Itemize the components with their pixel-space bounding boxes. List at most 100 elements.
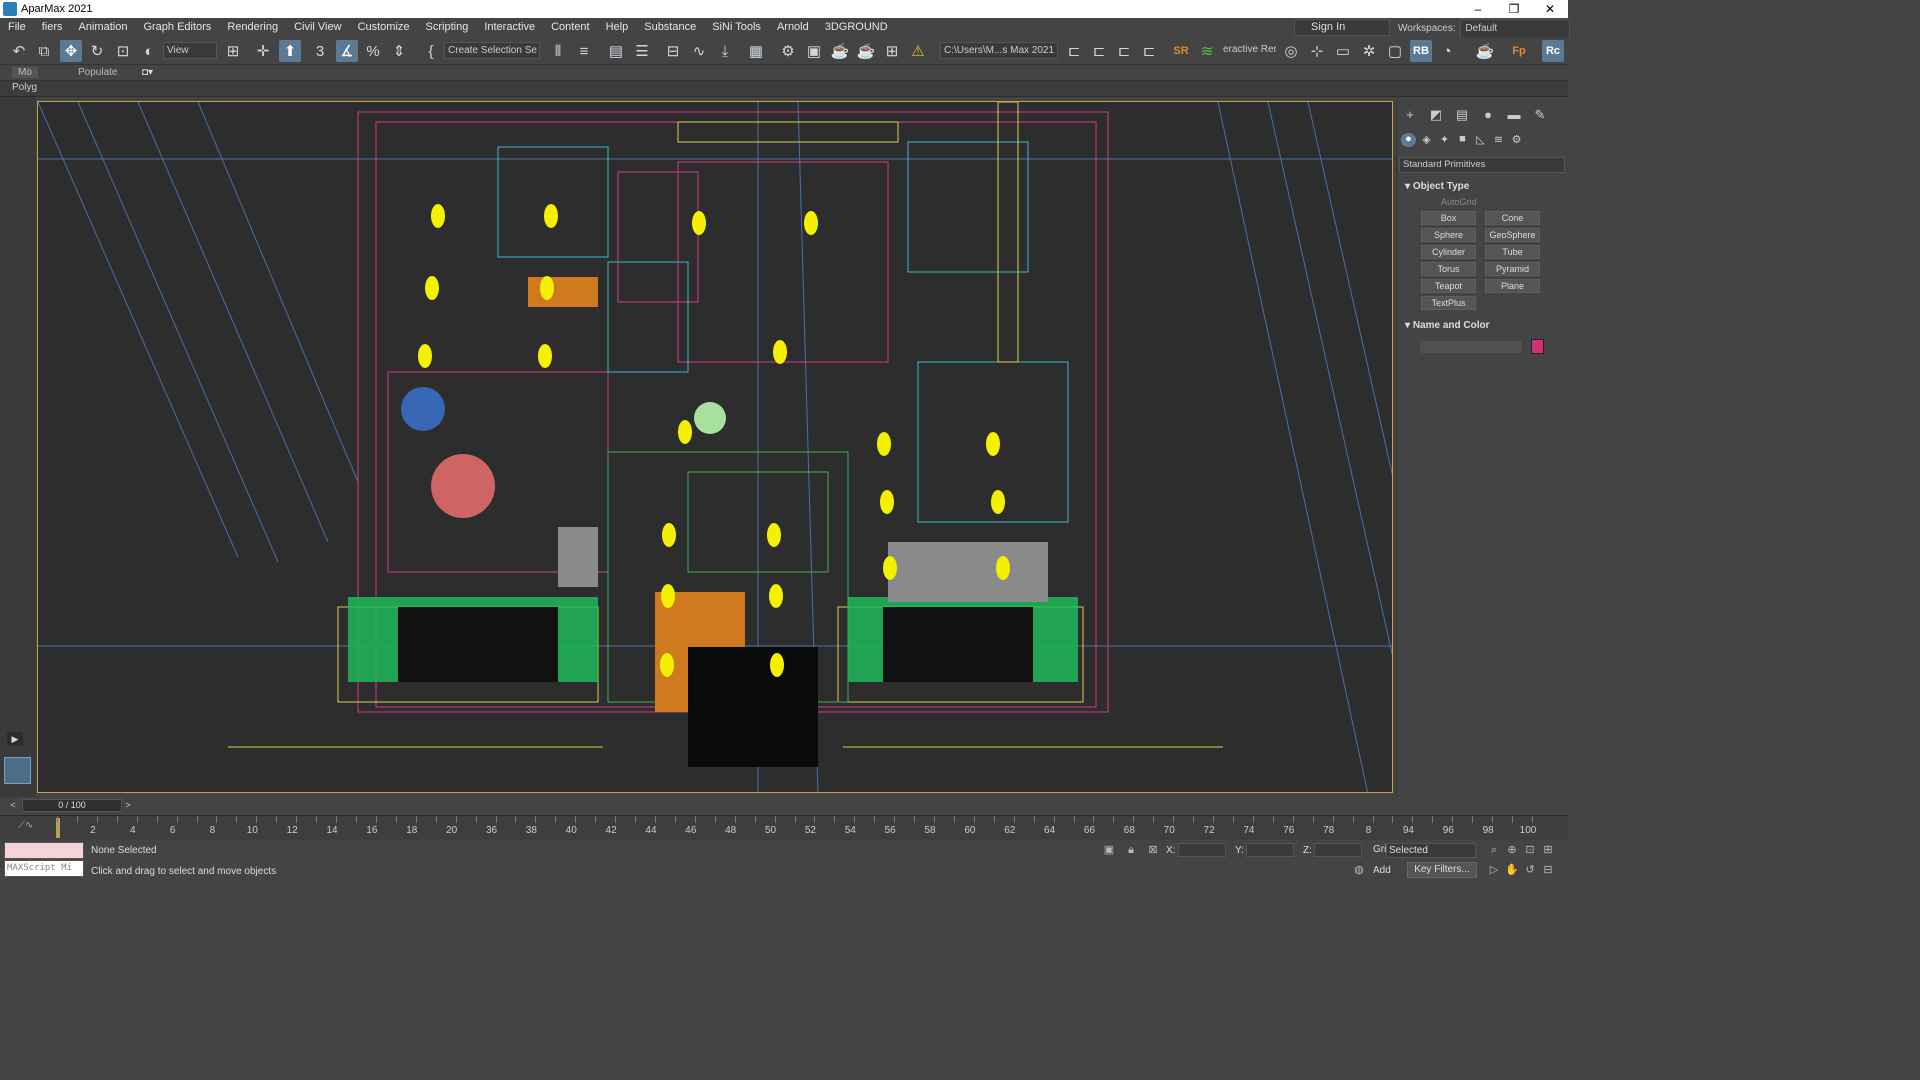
- scene-explorer-icon[interactable]: ☰: [631, 40, 653, 62]
- render-mode-label[interactable]: eractive Rena: [1220, 42, 1276, 59]
- z-coordinate-field[interactable]: [1314, 843, 1362, 857]
- shapes-icon[interactable]: ◈: [1419, 133, 1434, 147]
- pan-icon[interactable]: ✋: [1505, 863, 1519, 877]
- cameras-icon[interactable]: ■: [1455, 133, 1470, 147]
- menu-scripting[interactable]: Scripting: [418, 18, 477, 37]
- polygon-modeling-label[interactable]: Polyg: [12, 82, 37, 93]
- prev-frame-icon[interactable]: <: [7, 799, 19, 812]
- render-production-icon[interactable]: ☕: [829, 40, 851, 62]
- hierarchy-icon-2[interactable]: ⊏: [1088, 40, 1110, 62]
- maxscript-listener[interactable]: [4, 842, 84, 859]
- fp-plugin-icon[interactable]: Fp: [1508, 40, 1530, 62]
- menu-content[interactable]: Content: [543, 18, 598, 37]
- lights-icon[interactable]: ✦: [1437, 133, 1452, 147]
- rendered-frame-icon[interactable]: ▣: [803, 40, 825, 62]
- next-frame-icon[interactable]: >: [122, 799, 134, 812]
- object-color-swatch[interactable]: [1531, 339, 1544, 354]
- box-button[interactable]: Box: [1421, 211, 1476, 225]
- x-coordinate-field[interactable]: [1178, 843, 1226, 857]
- object-name-field[interactable]: [1419, 340, 1523, 354]
- pyramid-button[interactable]: Pyramid: [1485, 262, 1540, 276]
- camera-icon[interactable]: ▢: [1384, 40, 1406, 62]
- restore-button[interactable]: ❐: [1496, 0, 1532, 18]
- geosphere-button[interactable]: GeoSphere: [1485, 228, 1540, 242]
- menu-file[interactable]: File: [0, 18, 34, 37]
- select-move-icon[interactable]: ✥: [60, 40, 82, 62]
- display-tab-icon[interactable]: ▬: [1505, 107, 1523, 123]
- render-setup-icon[interactable]: ⚙: [777, 40, 799, 62]
- time-slider-frame[interactable]: 0 / 100: [22, 799, 122, 812]
- textplus-button[interactable]: TextPlus: [1421, 296, 1476, 310]
- rb-plugin-icon[interactable]: RB: [1410, 40, 1432, 62]
- systems-icon[interactable]: ⚙: [1509, 133, 1524, 147]
- curve-editor-mini-icon[interactable]: ⟋∿: [18, 820, 33, 831]
- key-selection-dropdown[interactable]: Selected: [1386, 843, 1476, 858]
- viewport-layout-thumbnail[interactable]: [4, 757, 31, 784]
- minimize-button[interactable]: –: [1460, 0, 1496, 18]
- align-icon[interactable]: ≡: [573, 40, 595, 62]
- menu-sini-tools[interactable]: SiNi Tools: [704, 18, 769, 37]
- place-icon[interactable]: ◐: [138, 40, 160, 62]
- selection-lock-icon[interactable]: 🔒︎: [1124, 843, 1138, 857]
- menu-3dground[interactable]: 3DGROUND: [817, 18, 896, 37]
- menu-customize[interactable]: Customize: [350, 18, 418, 37]
- redo-icon[interactable]: ⧉: [33, 40, 55, 62]
- add-key-label[interactable]: Add: [1373, 865, 1391, 876]
- named-sets-icon[interactable]: {: [420, 40, 442, 62]
- menu-interactive[interactable]: Interactive: [476, 18, 543, 37]
- mirror-icon[interactable]: ⫴: [547, 40, 569, 62]
- cone-button[interactable]: Cone: [1485, 211, 1540, 225]
- material-editor-icon[interactable]: ▦: [745, 40, 767, 62]
- workspace-dropdown[interactable]: Default: [1460, 19, 1571, 38]
- snaps-toggle-icon[interactable]: 3: [309, 40, 331, 62]
- tab-modeling[interactable]: Mo: [12, 67, 38, 78]
- teapot-render-icon[interactable]: ☕: [1474, 40, 1496, 62]
- curve-editor-icon[interactable]: ∿: [688, 40, 710, 62]
- modify-tab-icon[interactable]: ◩: [1427, 107, 1445, 123]
- undo-icon[interactable]: ↶: [8, 40, 30, 62]
- safe-frame-icon[interactable]: ⊹: [1306, 40, 1328, 62]
- ribbon-toggle-icon[interactable]: ⊟: [662, 40, 684, 62]
- angle-snap-icon[interactable]: ∡: [336, 40, 358, 62]
- viewport-capture-icon[interactable]: ▭: [1332, 40, 1354, 62]
- selection-set-dropdown[interactable]: Create Selection Se: [444, 42, 540, 59]
- object-type-rollout-title[interactable]: ▾ Object Type: [1405, 181, 1469, 192]
- render-grid-icon[interactable]: ⊞: [881, 40, 903, 62]
- perspective-viewport[interactable]: [37, 101, 1393, 793]
- plane-button[interactable]: Plane: [1485, 279, 1540, 293]
- warning-icon[interactable]: ⚠: [907, 40, 929, 62]
- maximize-viewport-icon[interactable]: ⊟: [1541, 863, 1555, 877]
- scale-icon[interactable]: ⊡: [112, 40, 134, 62]
- helpers-icon[interactable]: ◺: [1473, 133, 1488, 147]
- sphere-button[interactable]: Sphere: [1421, 228, 1476, 242]
- utilities-tab-icon[interactable]: ✎: [1531, 107, 1549, 123]
- torus-button[interactable]: Torus: [1421, 262, 1476, 276]
- tab-populate[interactable]: Populate: [78, 67, 117, 78]
- tube-button[interactable]: Tube: [1485, 245, 1540, 259]
- y-coordinate-field[interactable]: [1246, 843, 1294, 857]
- hierarchy-icon-4[interactable]: ⊏: [1138, 40, 1160, 62]
- dope-sheet-icon[interactable]: ⤓: [714, 40, 736, 62]
- expand-layout-icon[interactable]: ▶: [7, 732, 23, 746]
- name-color-rollout-title[interactable]: ▾ Name and Color: [1405, 320, 1490, 331]
- pivot-icon[interactable]: ⊞: [222, 40, 244, 62]
- maxscript-mini-input[interactable]: MAXScript Mi: [4, 860, 84, 877]
- zoom-extents-all-icon[interactable]: ⊞: [1541, 843, 1555, 857]
- primitive-category-dropdown[interactable]: Standard Primitives: [1399, 157, 1565, 173]
- teapot-button[interactable]: Teapot: [1421, 279, 1476, 293]
- rc-plugin-icon[interactable]: Rc: [1542, 40, 1564, 62]
- sr-plugin-icon[interactable]: SR: [1170, 40, 1192, 62]
- menu-arnold[interactable]: Arnold: [769, 18, 817, 37]
- manipulate-icon[interactable]: ✛: [252, 40, 274, 62]
- spacewarps-icon[interactable]: ≋: [1491, 133, 1506, 147]
- render-iterative-icon[interactable]: ☕: [855, 40, 877, 62]
- menu-substance[interactable]: Substance: [636, 18, 704, 37]
- menu-civil-view[interactable]: Civil View: [286, 18, 349, 37]
- zoom-all-icon[interactable]: ⊕: [1505, 843, 1519, 857]
- menu-help[interactable]: Help: [598, 18, 637, 37]
- isolate-selection-icon[interactable]: ▣: [1102, 843, 1116, 857]
- hierarchy-tab-icon[interactable]: ▤: [1453, 107, 1471, 123]
- track-bar[interactable]: ⟋∿ 2 4 6 8 10 12 14 16 18 20 36 38 40 42 44 46 48 50 52 54 5…: [0, 815, 1568, 840]
- autogrid-checkbox[interactable]: AutoGrid: [1441, 197, 1477, 207]
- ribbon-options-icon[interactable]: ◘▾: [142, 67, 153, 78]
